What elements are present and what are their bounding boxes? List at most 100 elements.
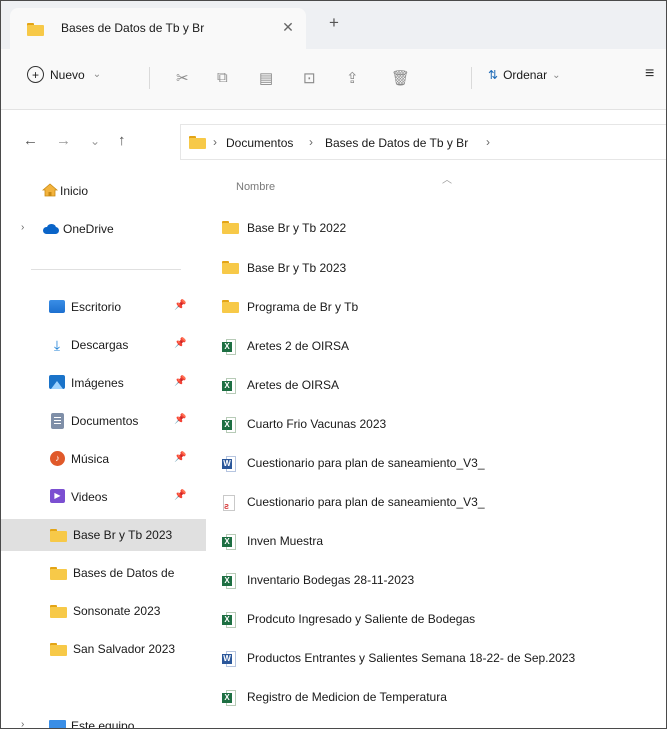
delete-icon[interactable]: 🗑: [391, 69, 410, 87]
download-icon: ⤓: [53, 337, 61, 353]
list-item[interactable]: X Prodcuto Ingresado y Saliente de Bodeg…: [206, 604, 666, 635]
file-name: Registro de Medicion de Temperatura: [247, 690, 447, 704]
onedrive-icon: [43, 224, 59, 234]
folder-icon: [27, 23, 44, 36]
file-name: Inventario Bodegas 28-11-2023: [247, 573, 415, 587]
view-icon[interactable]: ≡: [645, 65, 654, 83]
excel-file-icon: X: [222, 534, 236, 550]
plus-icon: +: [27, 66, 44, 83]
folder-icon: [222, 300, 239, 313]
new-button[interactable]: + Nuevo ⌄: [27, 66, 101, 83]
pin-icon[interactable]: 📌: [174, 376, 186, 387]
excel-file-icon: X: [222, 612, 236, 628]
breadcrumb-separator: ›: [486, 135, 490, 149]
folder-icon: [50, 567, 67, 580]
file-name: Prodcuto Ingresado y Saliente de Bodegas: [247, 612, 476, 626]
folder-icon: [189, 136, 206, 149]
copy-icon[interactable]: ⧉: [217, 69, 228, 86]
sort-ascending-icon: ︿: [442, 175, 452, 186]
list-item[interactable]: ƨ Cuestionario para plan de saneamiento_…: [206, 487, 666, 518]
sidebar-item-bases-de-datos[interactable]: Bases de Datos de: [1, 557, 206, 589]
list-item[interactable]: Programa de Br y Tb: [206, 292, 666, 323]
sidebar-divider: [31, 269, 181, 270]
sidebar-item-label: Música: [71, 452, 110, 466]
file-name: Cuestionario para plan de saneamiento_V3…: [247, 456, 485, 470]
sidebar-item-label: Inicio: [60, 184, 89, 198]
list-item[interactable]: X Inventario Bodegas 28-11-2023: [206, 565, 666, 596]
sidebar-item-documentos[interactable]: Documentos 📌: [1, 405, 206, 437]
tab-title: Bases de Datos de Tb y Br: [61, 21, 205, 35]
chevron-right-icon[interactable]: ›: [21, 222, 24, 233]
pin-icon[interactable]: 📌: [174, 452, 186, 463]
close-tab-icon[interactable]: ✕: [280, 19, 296, 36]
sidebar-item-onedrive[interactable]: › OneDrive: [1, 213, 206, 245]
pc-icon: [49, 720, 66, 728]
recent-locations-icon[interactable]: ⌄: [90, 134, 100, 148]
list-item[interactable]: W Productos Entrantes y Salientes Semana…: [206, 643, 666, 674]
pin-icon[interactable]: 📌: [174, 414, 186, 425]
sidebar-item-escritorio[interactable]: Escritorio 📌: [1, 291, 206, 323]
toolbar-divider: [149, 67, 150, 89]
paste-icon[interactable]: ▤: [259, 69, 273, 87]
excel-file-icon: X: [222, 378, 236, 394]
folder-icon: [222, 261, 239, 274]
pin-icon[interactable]: 📌: [174, 490, 186, 501]
pin-icon[interactable]: 📌: [174, 338, 186, 349]
word-file-icon: W: [222, 651, 236, 667]
sort-button[interactable]: ⇅ Ordenar ⌄: [488, 68, 560, 82]
file-name: Programa de Br y Tb: [247, 300, 359, 314]
videos-icon: ▶: [50, 489, 65, 503]
breadcrumb-documentos[interactable]: Documentos: [226, 136, 293, 150]
back-icon[interactable]: ←: [23, 132, 38, 149]
chevron-right-icon[interactable]: ›: [21, 719, 24, 728]
list-item[interactable]: X Aretes 2 de OIRSA: [206, 331, 666, 362]
sidebar-item-videos[interactable]: ▶ Videos 📌: [1, 481, 206, 513]
sidebar-item-label: Imágenes: [71, 376, 124, 390]
excel-file-icon: X: [222, 417, 236, 433]
list-item[interactable]: X Registro de Medicion de Temperatura: [206, 682, 666, 713]
list-item[interactable]: X Aretes de OIRSA: [206, 370, 666, 401]
list-item[interactable]: X Inven Muestra: [206, 526, 666, 557]
excel-file-icon: X: [222, 339, 236, 355]
list-item[interactable]: W Cuestionario para plan de saneamiento_…: [206, 448, 666, 479]
list-item[interactable]: X Cuarto Frio Vacunas 2023: [206, 409, 666, 440]
up-icon[interactable]: ↑: [118, 132, 126, 149]
sidebar-item-base-br-y-tb-2023[interactable]: Base Br y Tb 2023: [1, 519, 206, 551]
pin-icon[interactable]: 📌: [174, 300, 186, 311]
file-name: Inven Muestra: [247, 534, 324, 548]
address-bar[interactable]: › Documentos › Bases de Datos de Tb y Br…: [180, 124, 666, 160]
breadcrumb-separator: ›: [309, 135, 313, 149]
command-bar: + Nuevo ⌄ ✂ ⧉ ▤ ⊡ ⇪ 🗑 ⇅ Ordenar ⌄ ≡: [1, 49, 666, 110]
forward-icon[interactable]: →: [56, 132, 71, 149]
explorer-window: Bases de Datos de Tb y Br ✕ + + Nuevo ⌄ …: [0, 0, 667, 729]
sidebar-item-san-salvador-2023[interactable]: San Salvador 2023: [1, 633, 206, 665]
list-item[interactable]: Base Br y Tb 2022: [206, 213, 666, 244]
sidebar-item-este-equipo[interactable]: › Este equipo: [1, 710, 206, 729]
list-item[interactable]: Base Br y Tb 2023: [206, 253, 666, 284]
file-name: Cuarto Frio Vacunas 2023: [247, 417, 387, 431]
rename-icon[interactable]: ⊡: [303, 69, 316, 87]
sidebar-item-musica[interactable]: ♪ Música 📌: [1, 443, 206, 475]
sidebar-item-label: Base Br y Tb 2023: [73, 528, 173, 542]
cut-icon[interactable]: ✂: [176, 69, 189, 87]
sidebar-item-descargas[interactable]: ⤓ Descargas 📌: [1, 329, 206, 361]
new-tab-icon[interactable]: +: [326, 13, 342, 33]
chevron-down-icon: ⌄: [92, 69, 102, 80]
sidebar-item-label: Este equipo: [71, 719, 135, 729]
sidebar-item-inicio[interactable]: Inicio: [1, 175, 206, 207]
column-header-name[interactable]: Nombre: [236, 181, 275, 193]
sidebar-item-label: Escritorio: [71, 300, 122, 314]
file-name: Base Br y Tb 2023: [247, 261, 347, 275]
sort-button-label: Ordenar: [503, 68, 548, 82]
share-icon[interactable]: ⇪: [346, 69, 359, 87]
sidebar-item-imagenes[interactable]: Imágenes 📌: [1, 367, 206, 399]
music-icon: ♪: [50, 451, 65, 466]
folder-icon: [50, 605, 67, 618]
file-name: Base Br y Tb 2022: [247, 221, 347, 235]
tab-bases-de-datos[interactable]: Bases de Datos de Tb y Br ✕: [10, 8, 306, 49]
sidebar-item-sonsonate-2023[interactable]: Sonsonate 2023: [1, 595, 206, 627]
file-name: Cuestionario para plan de saneamiento_V3…: [247, 495, 485, 509]
new-button-label: Nuevo: [50, 67, 85, 82]
desktop-icon: [49, 300, 65, 313]
breadcrumb-bases-de-datos[interactable]: Bases de Datos de Tb y Br: [325, 136, 468, 150]
